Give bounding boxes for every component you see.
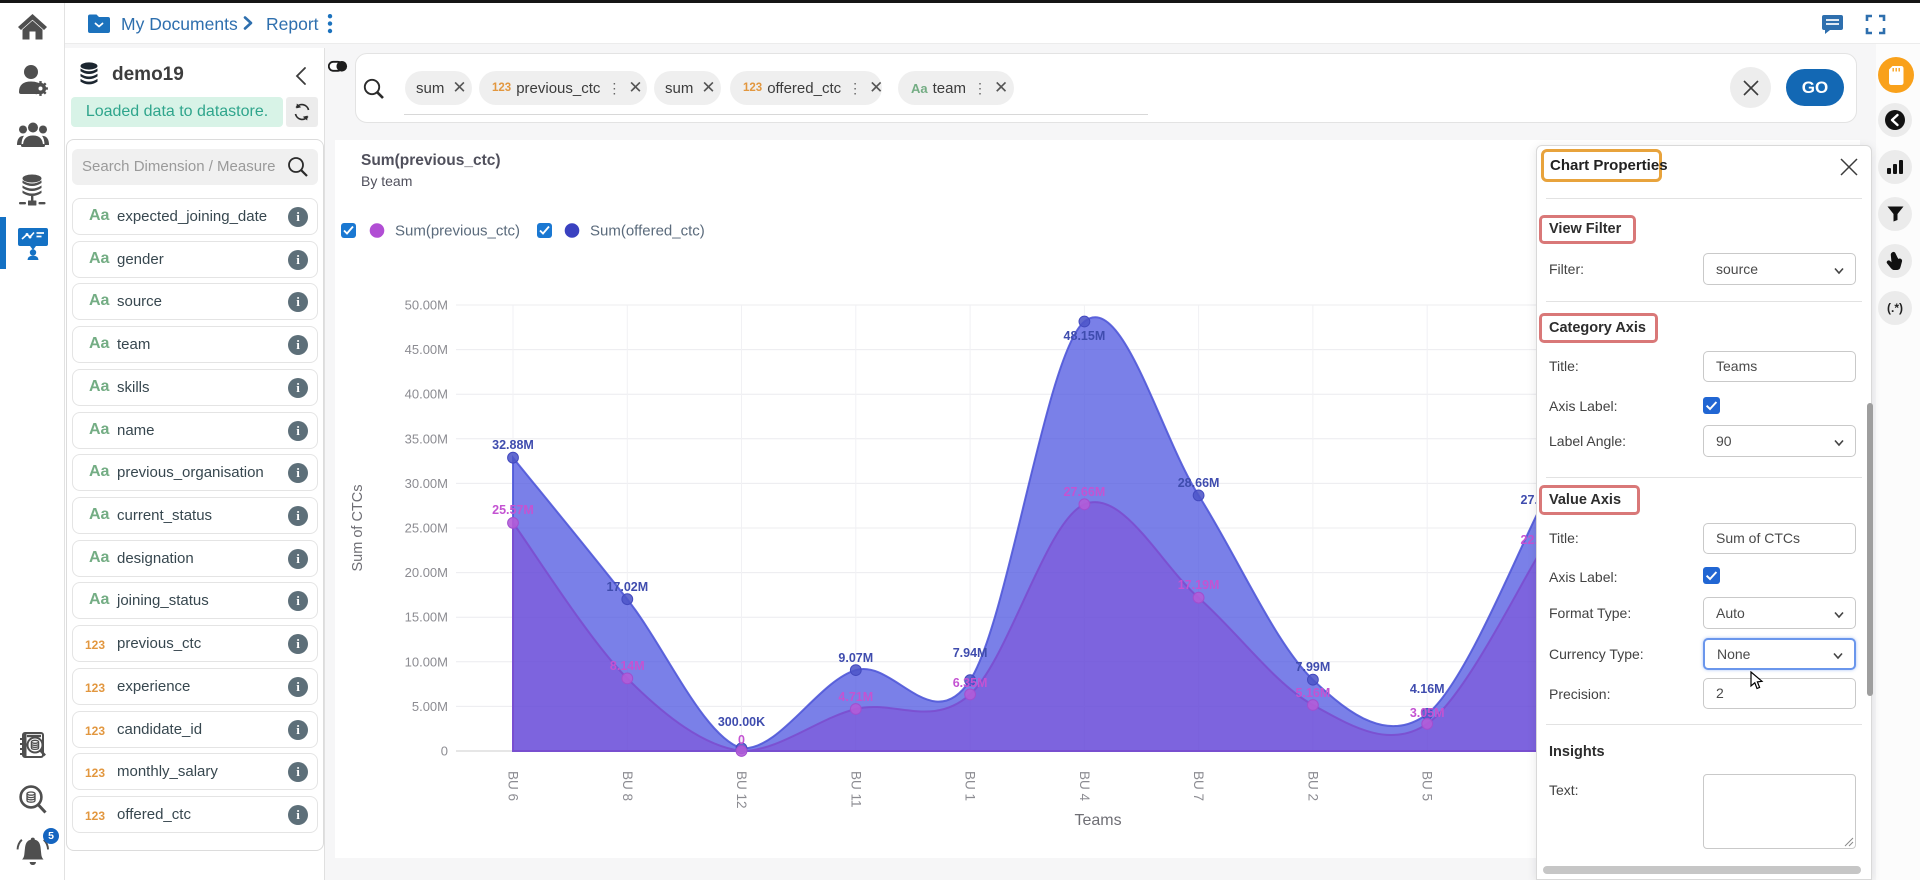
svg-text:6.35M: 6.35M	[953, 676, 988, 690]
svg-text:32.88M: 32.88M	[492, 438, 534, 452]
svg-text:300.00K: 300.00K	[718, 715, 765, 729]
svg-text:10.00M: 10.00M	[405, 654, 448, 669]
svg-text:8.14M: 8.14M	[610, 659, 645, 673]
svg-text:BU 1: BU 1	[963, 771, 978, 801]
svg-text:By team: By team	[361, 173, 412, 189]
svg-text:BU 5: BU 5	[1420, 771, 1435, 801]
svg-text:BU 7: BU 7	[1191, 771, 1206, 801]
svg-text:Sum(previous_ctc): Sum(previous_ctc)	[361, 152, 501, 169]
svg-text:4.71M: 4.71M	[838, 690, 873, 704]
svg-text:4.16M: 4.16M	[1410, 682, 1445, 696]
svg-text:5.16M: 5.16M	[1296, 686, 1331, 700]
svg-text:15.00M: 15.00M	[405, 610, 448, 625]
svg-text:48.15M: 48.15M	[1064, 329, 1106, 343]
svg-text:Sum of CTCs: Sum of CTCs	[350, 484, 366, 571]
svg-text:3.05M: 3.05M	[1410, 706, 1445, 720]
svg-text:5.00M: 5.00M	[412, 699, 448, 714]
svg-text:17.02M: 17.02M	[606, 580, 648, 594]
svg-text:0: 0	[441, 744, 448, 759]
svg-text:27.66M: 27.66M	[1064, 485, 1106, 499]
svg-text:50.00M: 50.00M	[405, 298, 448, 313]
svg-text:Sum(offered_ctc): Sum(offered_ctc)	[590, 223, 705, 240]
svg-text:7.94M: 7.94M	[953, 646, 988, 660]
svg-text:Sum(previous_ctc): Sum(previous_ctc)	[395, 223, 520, 240]
svg-text:Teams: Teams	[1074, 812, 1121, 829]
svg-text:0: 0	[738, 733, 745, 747]
svg-text:9.07M: 9.07M	[838, 651, 873, 665]
svg-text:40.00M: 40.00M	[405, 387, 448, 402]
svg-text:BU 2: BU 2	[1305, 771, 1320, 801]
svg-text:BU 4: BU 4	[1077, 771, 1092, 802]
svg-text:35.00M: 35.00M	[405, 431, 448, 446]
svg-text:30.00M: 30.00M	[405, 476, 448, 491]
svg-text:BU 6: BU 6	[506, 771, 521, 801]
svg-text:7.99M: 7.99M	[1296, 660, 1331, 674]
svg-text:28.66M: 28.66M	[1178, 476, 1220, 490]
svg-text:17.19M: 17.19M	[1178, 578, 1220, 592]
svg-text:BU 11: BU 11	[848, 771, 863, 808]
svg-text:45.00M: 45.00M	[405, 342, 448, 357]
svg-text:20.00M: 20.00M	[405, 565, 448, 580]
svg-text:BU 12: BU 12	[734, 771, 749, 809]
svg-text:25.00M: 25.00M	[405, 521, 448, 536]
svg-text:25.57M: 25.57M	[492, 503, 534, 517]
svg-text:BU 8: BU 8	[620, 771, 635, 801]
